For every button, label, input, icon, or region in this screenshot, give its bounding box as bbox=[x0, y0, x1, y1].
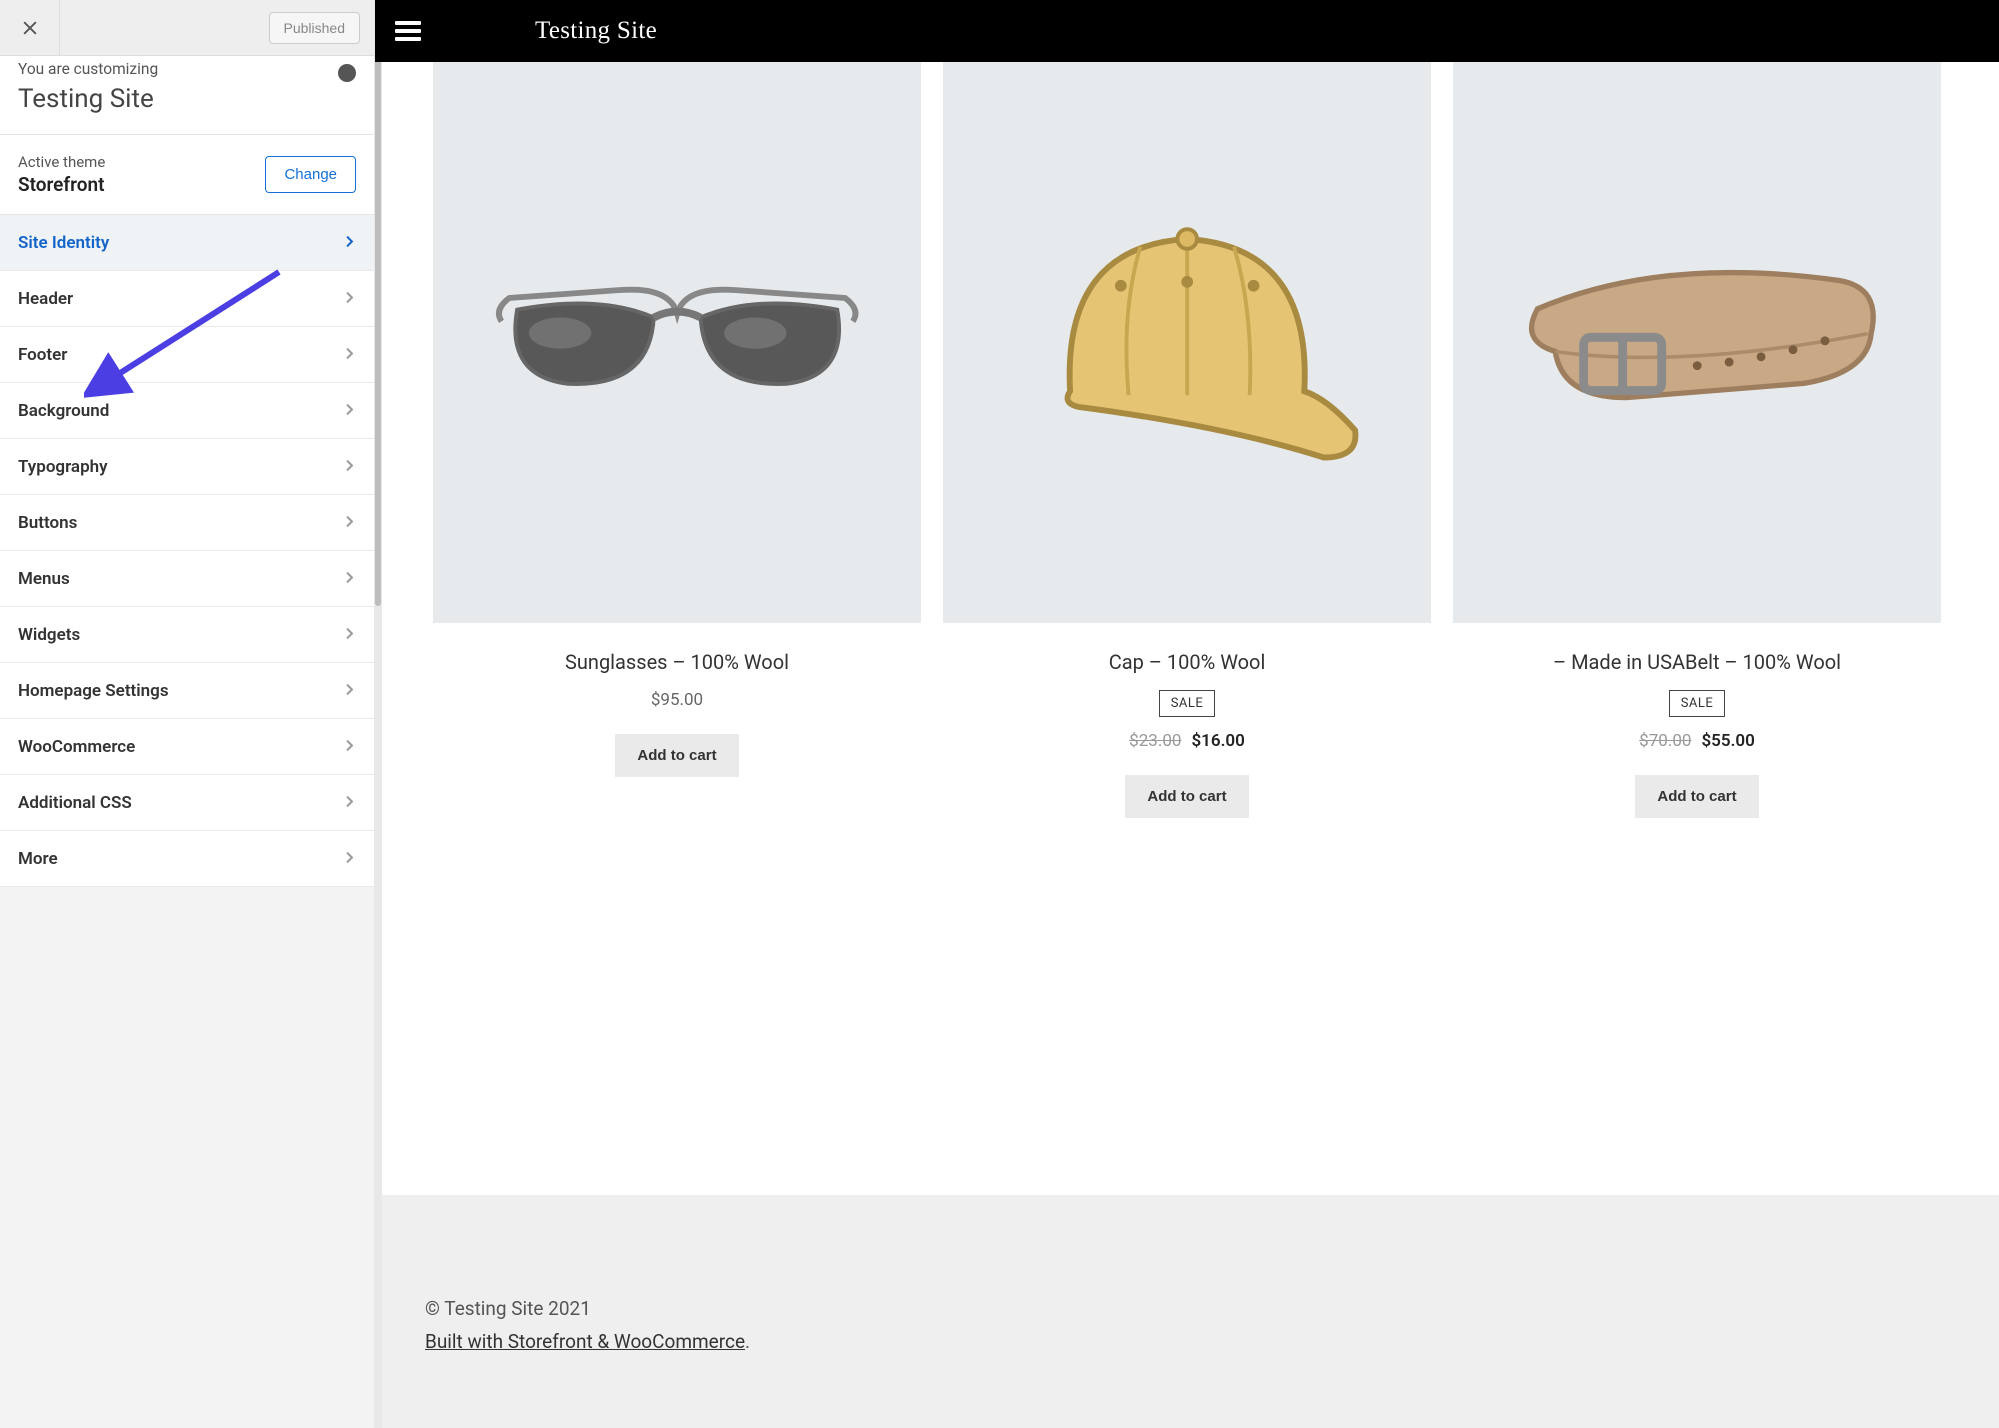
price-old: $23.00 bbox=[1129, 731, 1181, 751]
panel-item-label: Footer bbox=[18, 345, 67, 365]
sunglasses-image bbox=[433, 62, 921, 623]
panel-item-menus[interactable]: Menus bbox=[0, 551, 374, 607]
customizer-site-name: Testing Site bbox=[18, 84, 356, 114]
customizer-panel-list: Site Identity Header Footer Background Typog… bbox=[0, 215, 374, 887]
price: $95.00 bbox=[651, 690, 703, 710]
panel-item-buttons[interactable]: Buttons bbox=[0, 495, 374, 551]
panel-item-widgets[interactable]: Widgets bbox=[0, 607, 374, 663]
add-to-cart-button[interactable]: Add to cart bbox=[615, 734, 738, 777]
panel-item-label: Typography bbox=[18, 457, 108, 477]
chevron-right-icon bbox=[343, 569, 356, 589]
panel-item-background[interactable]: Background bbox=[0, 383, 374, 439]
chevron-right-icon bbox=[343, 401, 356, 421]
change-theme-button[interactable]: Change bbox=[265, 156, 356, 193]
preview-header: Testing Site bbox=[375, 0, 1999, 62]
chevron-right-icon bbox=[343, 681, 356, 701]
sale-badge: SALE bbox=[1669, 690, 1726, 717]
customizer-topbar: Published bbox=[0, 0, 374, 56]
panel-item-label: Widgets bbox=[18, 625, 80, 645]
panel-item-label: Homepage Settings bbox=[18, 681, 169, 701]
close-customizer-button[interactable] bbox=[0, 0, 60, 56]
panel-item-additional-css[interactable]: Additional CSS bbox=[0, 775, 374, 831]
active-theme-name: Storefront bbox=[18, 173, 105, 196]
chevron-right-icon bbox=[343, 513, 356, 533]
panel-item-label: More bbox=[18, 849, 58, 869]
chevron-right-icon bbox=[343, 345, 356, 365]
chevron-right-icon bbox=[343, 849, 356, 869]
panel-item-label: Header bbox=[18, 289, 73, 309]
you-are-customizing-label: You are customizing bbox=[18, 60, 356, 78]
sale-badge: SALE bbox=[1159, 690, 1216, 717]
preview-pane: Testing Site Sunglasses – 100% Wool $95.0… bbox=[375, 0, 1999, 1428]
add-to-cart-button[interactable]: Add to cart bbox=[1635, 775, 1758, 818]
footer-period: . bbox=[745, 1330, 750, 1353]
customizer-panel: Published You are customizing Testing Si… bbox=[0, 0, 375, 1428]
price-row: $70.00 $55.00 bbox=[1639, 731, 1755, 751]
price-row: $95.00 bbox=[651, 690, 703, 710]
price: $16.00 bbox=[1191, 731, 1244, 751]
product-title: – Made in USABelt – 100% Wool bbox=[1553, 649, 1841, 676]
preview-site-title: Testing Site bbox=[535, 17, 1999, 45]
product-card[interactable]: – Made in USABelt – 100% WoolSALE$70.00$… bbox=[1453, 62, 1941, 818]
chevron-right-icon bbox=[343, 625, 356, 645]
panel-item-label: WooCommerce bbox=[18, 737, 135, 757]
panel-item-label: Additional CSS bbox=[18, 793, 132, 813]
product-title: Sunglasses – 100% Wool bbox=[565, 649, 789, 676]
footer-built-with-link[interactable]: Built with Storefront & WooCommerce bbox=[425, 1330, 745, 1353]
price: $55.00 bbox=[1701, 731, 1754, 751]
help-icon[interactable] bbox=[338, 64, 356, 82]
product-grid: Sunglasses – 100% Wool$95.00Add to cart … bbox=[375, 62, 1999, 1195]
price-row: $23.00 $16.00 bbox=[1129, 731, 1245, 751]
chevron-right-icon bbox=[343, 793, 356, 813]
panel-item-more[interactable]: More bbox=[0, 831, 374, 887]
belt-image bbox=[1453, 62, 1941, 623]
active-theme-block: Active theme Storefront Change bbox=[0, 135, 374, 215]
customizer-context: You are customizing Testing Site bbox=[0, 56, 374, 135]
add-to-cart-button[interactable]: Add to cart bbox=[1125, 775, 1248, 818]
panel-item-label: Buttons bbox=[18, 513, 77, 533]
chevron-right-icon bbox=[343, 737, 356, 757]
hamburger-menu-button[interactable] bbox=[395, 17, 421, 46]
preview-footer: © Testing Site 2021 Built with Storefron… bbox=[375, 1195, 1999, 1428]
panel-item-woocommerce[interactable]: WooCommerce bbox=[0, 719, 374, 775]
chevron-right-icon bbox=[343, 233, 356, 253]
product-card[interactable]: Cap – 100% Wool SALE $23.00 $16.00 Add to ca… bbox=[943, 62, 1431, 818]
chevron-right-icon bbox=[343, 289, 356, 309]
product-title: Cap – 100% Wool bbox=[1109, 649, 1266, 676]
hamburger-icon bbox=[395, 21, 421, 25]
panel-item-label: Menus bbox=[18, 569, 70, 589]
cap-image bbox=[943, 62, 1431, 623]
chevron-right-icon bbox=[343, 457, 356, 477]
footer-copyright: © Testing Site 2021 bbox=[425, 1293, 1949, 1325]
panel-item-homepage-settings[interactable]: Homepage Settings bbox=[0, 663, 374, 719]
close-icon bbox=[20, 18, 40, 38]
product-card[interactable]: Sunglasses – 100% Wool $95.00 Add to cart bbox=[433, 62, 921, 777]
active-theme-label: Active theme bbox=[18, 153, 105, 171]
panel-item-footer[interactable]: Footer bbox=[0, 327, 374, 383]
panel-item-header[interactable]: Header bbox=[0, 271, 374, 327]
customizer-scrollbar[interactable] bbox=[374, 0, 382, 1428]
panel-item-label: Background bbox=[18, 401, 109, 421]
panel-item-typography[interactable]: Typography bbox=[0, 439, 374, 495]
panel-item-site-identity[interactable]: Site Identity bbox=[0, 215, 374, 271]
price-old: $70.00 bbox=[1639, 731, 1691, 751]
panel-item-label: Site Identity bbox=[18, 233, 109, 253]
publish-status-button[interactable]: Published bbox=[269, 12, 361, 44]
